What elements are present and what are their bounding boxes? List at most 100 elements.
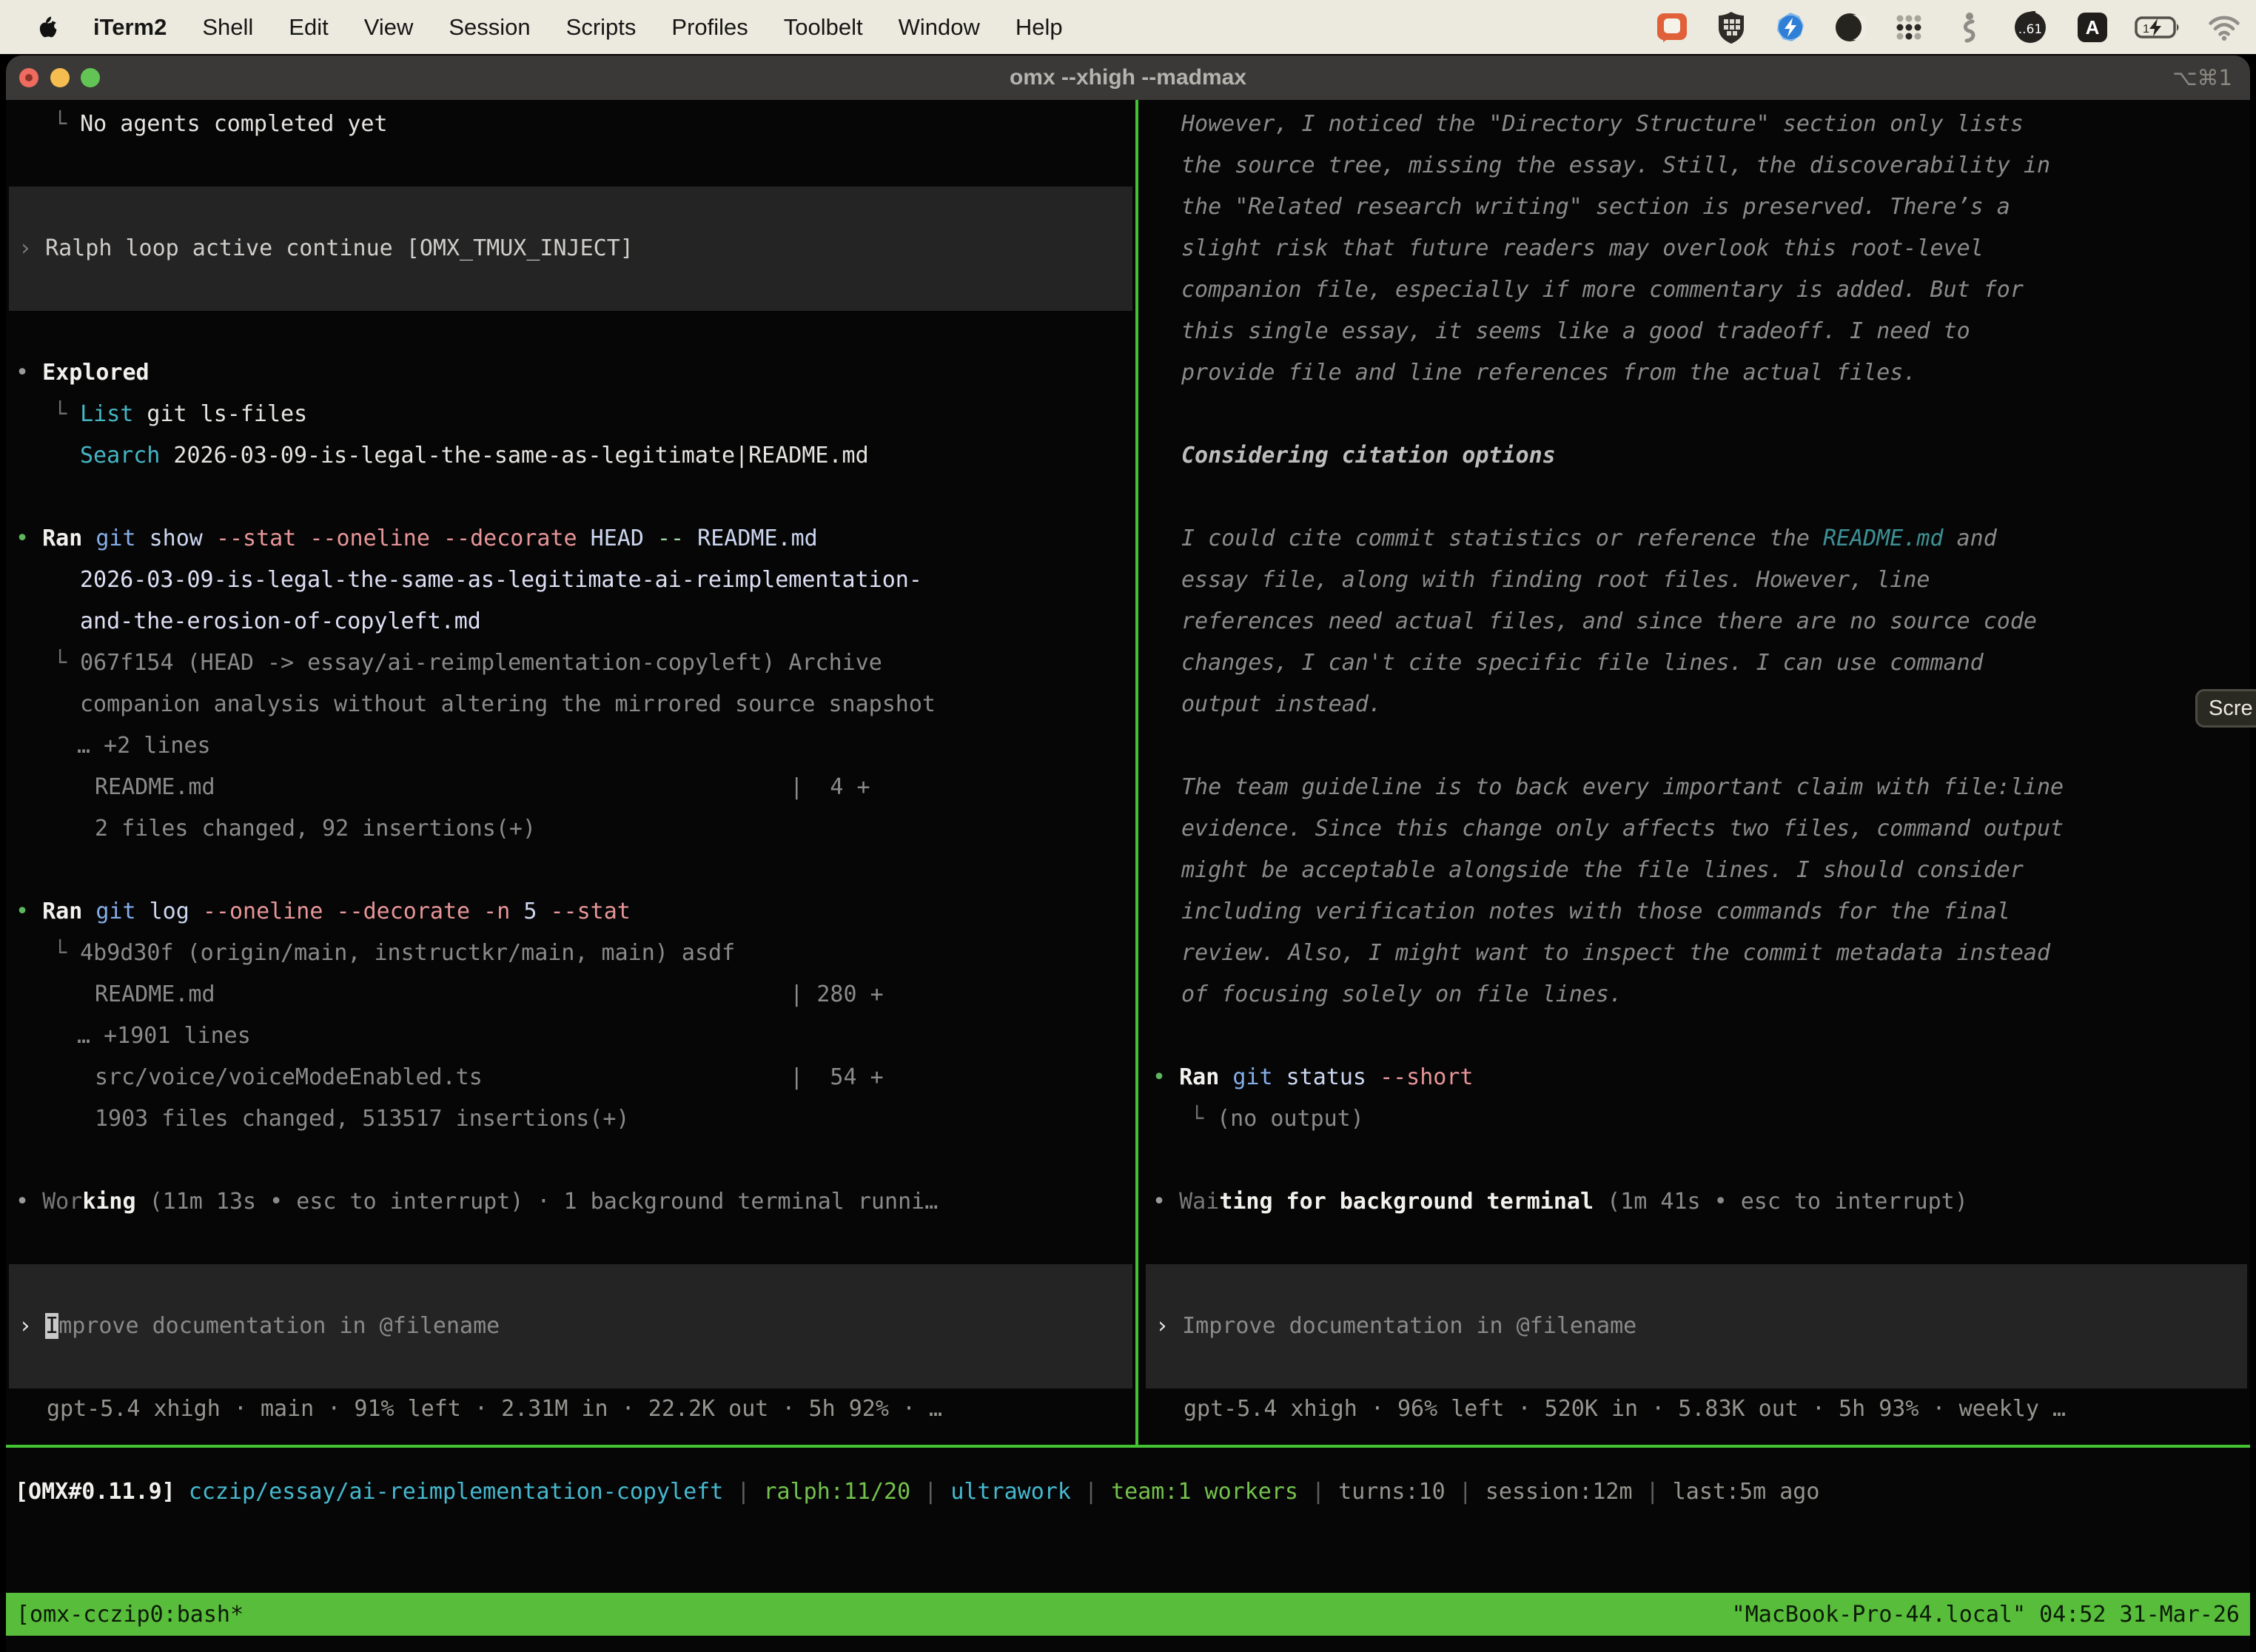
status-divider (6, 1445, 2250, 1448)
keyboard-layout-icon[interactable]: A (2075, 10, 2109, 44)
chat-icon[interactable] (1655, 10, 1689, 44)
text-segment: ultrawork (950, 1479, 1071, 1505)
terminal-line: Considering citation options (1143, 435, 2250, 477)
apple-menu-icon[interactable] (31, 11, 61, 44)
text-segment: 2026-03-09-is-legal-the-same-as-legitima… (80, 567, 922, 593)
blank-line (6, 145, 1135, 187)
terminal-line: src/voice/voiceModeEnabled.ts | 54 + (6, 1057, 1135, 1098)
blank-line (6, 1223, 1135, 1264)
terminal-line: › Improve documentation in @filename (1146, 1306, 2247, 1347)
text-segment: List (80, 401, 133, 427)
tmux-pane-left: └ No agents completed yet› Ralph loop ac… (6, 100, 1135, 1445)
tmux-session-label: [omx-cczip0:bash* (16, 1602, 244, 1628)
text-segment: mprove documentation in @filename (58, 1313, 500, 1339)
text-segment: Explored (42, 360, 150, 386)
terminal-line: companion analysis without altering the … (6, 684, 1135, 725)
text-segment (577, 526, 591, 551)
text-segment: turns:10 (1338, 1479, 1446, 1505)
text-segment: README.md | 4 + (95, 774, 870, 800)
pane-divider[interactable] (1135, 100, 1138, 1445)
text-segment: README.md | 280 + (95, 981, 884, 1007)
blank-line (1143, 725, 2250, 767)
prompt-input[interactable]: › Improve documentation in @filename (9, 1264, 1132, 1389)
blank-line (6, 1140, 1135, 1181)
terminal-line: └ (no output) (1143, 1098, 2250, 1140)
terminal-line: and-the-erosion-of-copyleft.md (6, 601, 1135, 642)
terminal-line: review. Also, I might want to inspect th… (1143, 933, 2250, 974)
menu-item-shell[interactable]: Shell (202, 14, 253, 40)
terminal-line: gpt-5.4 xhigh · 96% left · 520K in · 5.8… (1143, 1389, 2250, 1430)
terminal-line: essay file, along with finding root file… (1143, 560, 2250, 601)
dots-grid-icon[interactable] (1892, 10, 1926, 44)
text-segment: • (1152, 1064, 1179, 1090)
menu-item-edit[interactable]: Edit (289, 14, 328, 40)
text-segment: companion file, especially if more comme… (1181, 277, 2024, 303)
text-segment: … +2 lines (77, 733, 211, 759)
terminal-line: › Ralph loop active continue [OMX_TMUX_I… (9, 228, 1132, 269)
battery-charging-icon[interactable]: 1 (2135, 10, 2182, 44)
text-segment: • (16, 899, 42, 924)
text-segment: team:1 workers (1111, 1479, 1298, 1505)
prompt-input[interactable]: › Improve documentation in @filename (1146, 1264, 2247, 1389)
terminal-line: › Improve documentation in @filename (9, 1306, 1132, 1347)
menu-item-iterm2[interactable]: iTerm2 (93, 14, 167, 40)
text-segment: gpt-5.4 xhigh · 96% left · 520K in · 5.8… (1184, 1396, 2066, 1422)
text-segment: git (95, 899, 135, 924)
terminal-line: 1903 files changed, 513517 insertions(+) (6, 1098, 1135, 1140)
text-segment: --short (1380, 1064, 1473, 1090)
terminal-line: I could cite commit statistics or refere… (1143, 518, 2250, 560)
dark-mode-icon[interactable] (1833, 10, 1867, 44)
menu-item-toolbelt[interactable]: Toolbelt (784, 14, 863, 40)
text-segment: and-the-erosion-of-copyleft.md (80, 608, 481, 634)
iterm2-window: omx --xhigh --madmax ⌥⌘1 └ No agents com… (6, 56, 2250, 1652)
shield-grid-icon[interactable] (1714, 10, 1748, 44)
text-segment: … +1901 lines (77, 1023, 251, 1049)
screen-share-overlay[interactable]: Scre (2195, 689, 2256, 728)
text-segment: output instead. (1181, 691, 1382, 717)
figure-icon[interactable] (1951, 10, 1985, 44)
text-segment: review. Also, I might want to inspect th… (1181, 940, 2050, 966)
text-segment: Wor (42, 1189, 82, 1215)
svg-text:A: A (2086, 16, 2100, 38)
text-segment: ralph:11/20 (763, 1479, 910, 1505)
text-segment: king (82, 1189, 135, 1215)
text-segment: I (45, 1313, 58, 1339)
terminal-line: … +2 lines (6, 725, 1135, 767)
text-segment: └ (53, 401, 80, 427)
terminal-line: the source tree, missing the essay. Stil… (1143, 145, 2250, 187)
window-shortcut-hint: ⌥⌘1 (2172, 56, 2232, 100)
text-segment: However, I noticed the "Directory Struct… (1181, 111, 2024, 137)
menu-item-profiles[interactable]: Profiles (671, 14, 748, 40)
terminal-line: this single essay, it seems like a good … (1143, 311, 2250, 352)
text-segment: › (19, 1313, 45, 1339)
bolt-badge-icon[interactable] (1773, 10, 1807, 44)
menu-item-help[interactable]: Help (1015, 14, 1063, 40)
terminal-line: changes, I can't cite specific file line… (1143, 642, 2250, 684)
text-segment: Search (80, 443, 160, 469)
text-segment: | (1446, 1479, 1485, 1505)
terminal-line: README.md | 4 + (6, 767, 1135, 808)
menu-item-scripts[interactable]: Scripts (566, 14, 637, 40)
terminal-line: └ List git ls-files (6, 394, 1135, 435)
text-segment: 4b9d30f (origin/main, instructkr/main, m… (80, 940, 735, 966)
text-segment: the source tree, missing the essay. Stil… (1181, 152, 2050, 178)
terminal-line: evidence. Since this change only affects… (1143, 808, 2250, 850)
text-segment: • (16, 1189, 42, 1215)
menu-item-view[interactable]: View (364, 14, 414, 40)
text-segment: -- (657, 526, 684, 551)
text-segment (82, 899, 95, 924)
battery-percent-icon[interactable]: ..61 (2010, 10, 2050, 44)
text-segment: --oneline --decorate -n (203, 899, 510, 924)
text-segment: README.md (697, 526, 818, 551)
wifi-icon[interactable] (2207, 10, 2241, 44)
menu-item-session[interactable]: Session (449, 14, 530, 40)
text-segment: show (150, 526, 203, 551)
terminal-line: of focusing solely on file lines. (1143, 974, 2250, 1015)
text-segment (175, 1479, 189, 1505)
text-segment: log (150, 899, 189, 924)
menu-item-window[interactable]: Window (899, 14, 980, 40)
terminal-line: Search 2026-03-09-is-legal-the-same-as-l… (6, 435, 1135, 477)
text-segment: • (1152, 1189, 1179, 1215)
text-segment: and (1944, 526, 1997, 551)
text-segment: └ (53, 650, 80, 676)
